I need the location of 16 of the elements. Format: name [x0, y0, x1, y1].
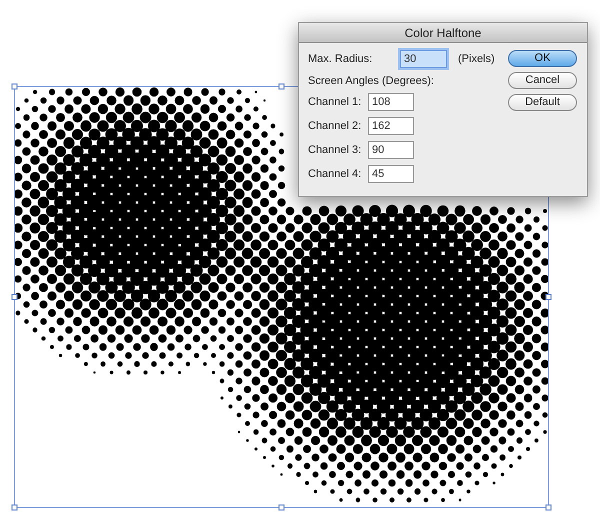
field-label: Max. Radius: — [308, 52, 374, 67]
field-label: Channel 1: — [308, 94, 362, 110]
dialog-button[interactable]: OK — [508, 50, 577, 67]
section-label: Screen Angles (Degrees): — [308, 74, 435, 89]
field-label: Channel 3: — [308, 142, 362, 158]
input-field[interactable]: 108 — [368, 93, 414, 111]
dialog-button[interactable]: Default — [508, 94, 577, 111]
dialog-title: Color Halftone — [299, 23, 587, 43]
input-field[interactable]: 30 — [400, 50, 447, 68]
dialog-button[interactable]: Cancel — [508, 72, 577, 89]
field-label: Channel 4: — [308, 166, 362, 182]
unit-label: (Pixels) — [458, 52, 495, 67]
field-label: Channel 2: — [308, 118, 362, 134]
input-field[interactable]: 45 — [368, 165, 414, 183]
input-field[interactable]: 90 — [368, 141, 414, 159]
input-field[interactable]: 162 — [368, 117, 414, 135]
